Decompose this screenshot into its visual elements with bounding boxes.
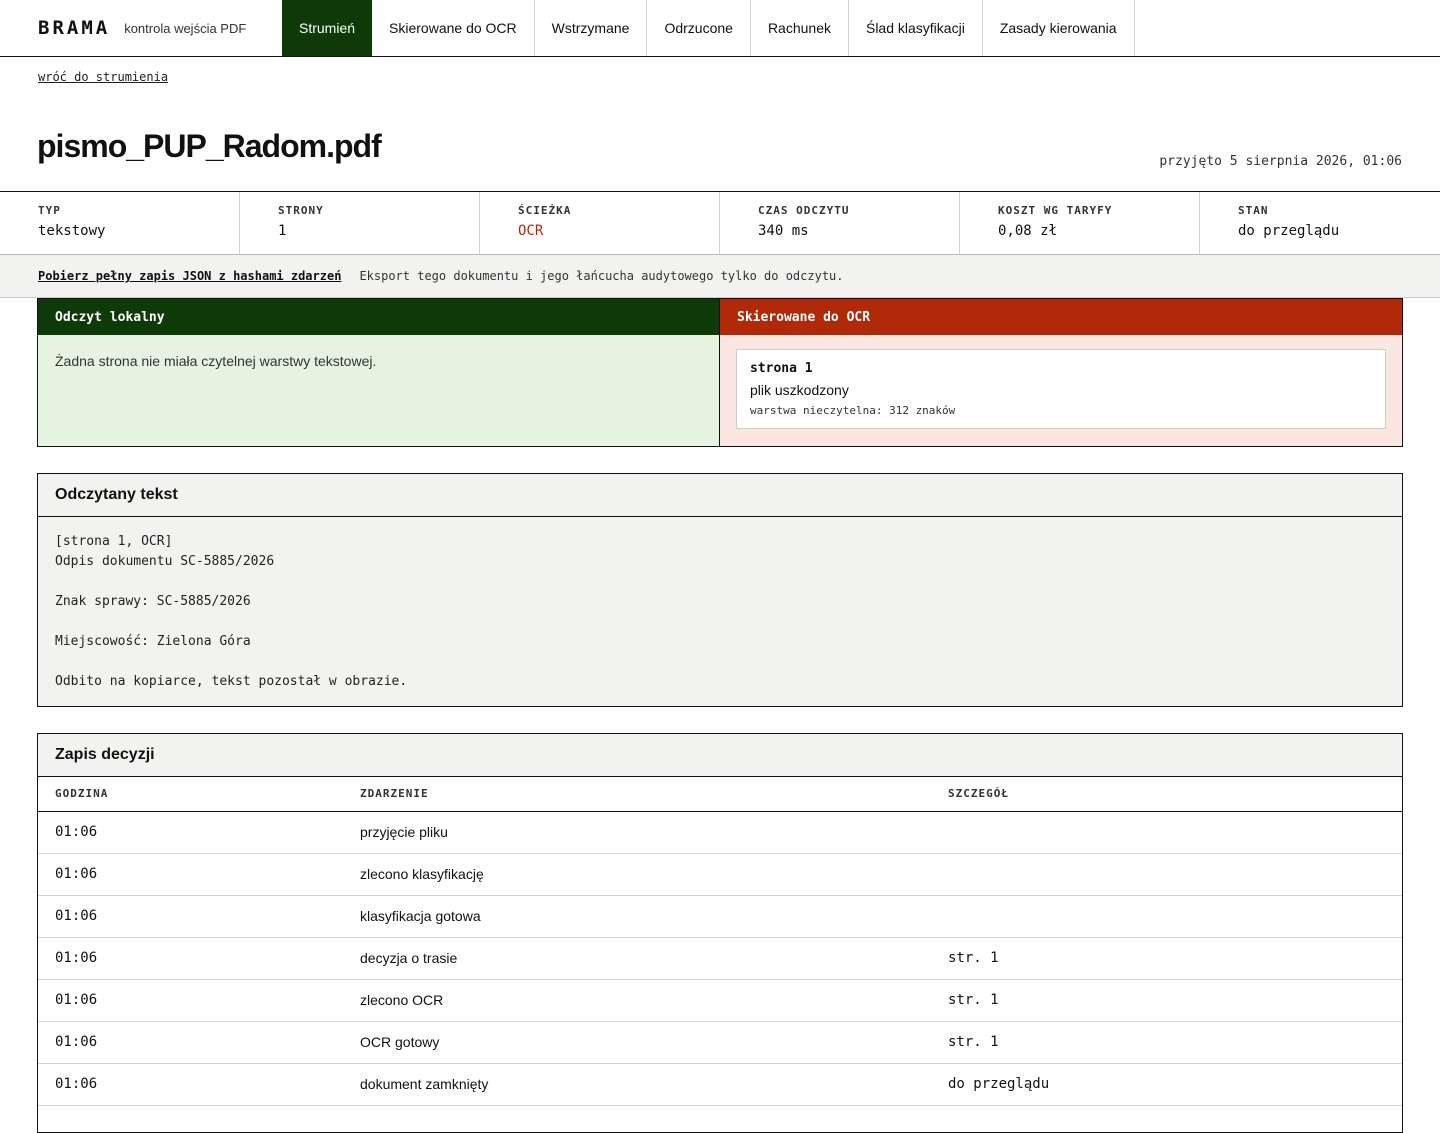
main-tabs: Strumień Skierowane do OCR Wstrzymane Od… (282, 0, 1135, 56)
page-title: pismo_PUP_Radom.pdf (37, 128, 382, 164)
meta-read-time-value: 340 ms (758, 223, 809, 239)
row-event: przyjęcie pliku (343, 811, 931, 854)
top-navigation: BRAMA kontrola wejścia PDF Strumień Skie… (0, 0, 1440, 57)
meta-pages-value: 1 (278, 223, 287, 239)
meta-cost-value: 0,08 zł (998, 223, 1058, 239)
table-row: 01:06 decyzja o trasie str. 1 (38, 937, 1402, 980)
extracted-text-title: Odczytany tekst (38, 474, 1402, 517)
download-json-link[interactable]: Pobierz pełny zapis JSON z hashami zdarz… (38, 269, 341, 283)
meta-type: TYP tekstowy (0, 192, 240, 254)
brand-logo[interactable]: BRAMA (38, 17, 110, 39)
ocr-page-card: strona 1 plik uszkodzony warstwa nieczyt… (736, 349, 1386, 429)
text-line-blank (55, 652, 1385, 672)
meta-status-value: do przeglądu (1238, 223, 1340, 239)
row-event: dokument zamknięty (343, 1063, 931, 1106)
meta-path: ŚCIEŻKA OCR (480, 192, 720, 254)
meta-status-label: STAN (1238, 204, 1269, 217)
tab-rachunek[interactable]: Rachunek (751, 0, 849, 56)
meta-read-time-label: CZAS ODCZYTU (758, 204, 850, 217)
meta-path-value: OCR (518, 223, 544, 239)
text-line: Odpis dokumentu SC-5885/2026 (55, 554, 275, 569)
table-row: 01:06 przyjęcie pliku (38, 811, 1402, 854)
decision-log-title: Zapis decyzji (38, 734, 1402, 777)
row-event: zlecono klasyfikację (343, 853, 931, 896)
ocr-page-detail: warstwa nieczytelna: 312 znaków (750, 404, 956, 417)
tab-slad-klasyfikacji[interactable]: Ślad klasyfikacji (849, 0, 983, 56)
meta-type-value: tekstowy (38, 223, 106, 239)
table-row: 01:06 zlecono klasyfikację (38, 853, 1402, 896)
ocr-page-number: strona 1 (750, 361, 813, 376)
table-row: 01:06 OCR gotowy str. 1 (38, 1021, 1402, 1064)
row-detail (931, 811, 1402, 854)
text-line: Miejscowość: Zielona Góra (55, 634, 251, 649)
text-line-blank (55, 612, 1385, 632)
export-bar: Pobierz pełny zapis JSON z hashami zdarz… (0, 255, 1440, 298)
meta-cost: KOSZT WG TARYFY 0,08 zł (960, 192, 1200, 254)
text-line-blank (55, 572, 1385, 592)
column-detail: SZCZEGÓŁ (931, 777, 1402, 812)
meta-status: STAN do przeglądu (1200, 192, 1440, 254)
text-line: [strona 1, OCR] (55, 534, 173, 549)
row-event: OCR gotowy (343, 1021, 931, 1064)
row-time: 01:06 (38, 853, 343, 896)
decision-log: Zapis decyzji GODZINA ZDARZENIE SZCZEGÓŁ… (37, 733, 1403, 1133)
tab-zasady-kierowania[interactable]: Zasady kierowania (983, 0, 1135, 56)
decision-table-header: GODZINA ZDARZENIE SZCZEGÓŁ (38, 777, 1402, 812)
text-line: Znak sprawy: SC-5885/2026 (55, 594, 251, 609)
tab-odrzucone[interactable]: Odrzucone (647, 0, 751, 56)
row-time: 01:06 (38, 811, 343, 854)
column-event: ZDARZENIE (343, 777, 931, 812)
row-time: 01:06 (38, 895, 343, 938)
ocr-panel-title: Skierowane do OCR (720, 299, 1402, 335)
tab-skierowane-do-ocr[interactable]: Skierowane do OCR (372, 0, 535, 56)
meta-cost-label: KOSZT WG TARYFY (998, 204, 1113, 217)
tab-wstrzymane[interactable]: Wstrzymane (535, 0, 648, 56)
ocr-panel: Skierowane do OCR strona 1 plik uszkodzo… (720, 299, 1402, 446)
local-read-panel: Odczyt lokalny Żadna strona nie miała cz… (38, 299, 720, 446)
meta-pages: STRONY 1 (240, 192, 480, 254)
export-note: Eksport tego dokumentu i jego łańcucha a… (359, 269, 844, 283)
extracted-text-body: [strona 1, OCR] Odpis dokumentu SC-5885/… (38, 517, 1402, 707)
table-row: 01:06 klasyfikacja gotowa (38, 895, 1402, 938)
ocr-page-reason: plik uszkodzony (750, 382, 849, 398)
decision-table: GODZINA ZDARZENIE SZCZEGÓŁ 01:06 przyjęc… (38, 777, 1402, 1106)
meta-type-label: TYP (38, 204, 61, 217)
row-detail: str. 1 (931, 1021, 1402, 1064)
document-metadata: TYP tekstowy STRONY 1 ŚCIEŻKA OCR CZAS O… (0, 191, 1440, 255)
column-time: GODZINA (38, 777, 343, 812)
meta-read-time: CZAS ODCZYTU 340 ms (720, 192, 960, 254)
row-detail: do przeglądu (931, 1063, 1402, 1106)
row-time: 01:06 (38, 979, 343, 1022)
row-event: zlecono OCR (343, 979, 931, 1022)
routing-panels: Odczyt lokalny Żadna strona nie miała cz… (37, 298, 1403, 447)
row-time: 01:06 (38, 1063, 343, 1106)
row-event: klasyfikacja gotowa (343, 895, 931, 938)
meta-pages-label: STRONY (278, 204, 324, 217)
local-read-title: Odczyt lokalny (38, 299, 719, 335)
row-detail: str. 1 (931, 979, 1402, 1022)
row-detail: str. 1 (931, 937, 1402, 980)
back-to-stream-link[interactable]: wróć do strumienia (38, 70, 168, 84)
table-row: 01:06 zlecono OCR str. 1 (38, 979, 1402, 1022)
row-time: 01:06 (38, 1021, 343, 1064)
extracted-text-box: Odczytany tekst [strona 1, OCR] Odpis do… (37, 473, 1403, 707)
row-detail (931, 895, 1402, 938)
row-time: 01:06 (38, 937, 343, 980)
local-read-message: Żadna strona nie miała czytelnej warstwy… (55, 353, 377, 369)
text-line: Odbito na kopiarce, tekst pozostał w obr… (55, 674, 408, 689)
received-timestamp: przyjęto 5 sierpnia 2026, 01:06 (1159, 154, 1402, 169)
table-row: 01:06 dokument zamknięty do przeglądu (38, 1063, 1402, 1106)
meta-path-label: ŚCIEŻKA (518, 204, 572, 217)
brand-subtitle: kontrola wejścia PDF (124, 20, 247, 36)
row-event: decyzja o trasie (343, 937, 931, 980)
row-detail (931, 853, 1402, 896)
tab-strumien[interactable]: Strumień (282, 0, 373, 56)
brand: BRAMA kontrola wejścia PDF (0, 0, 282, 56)
